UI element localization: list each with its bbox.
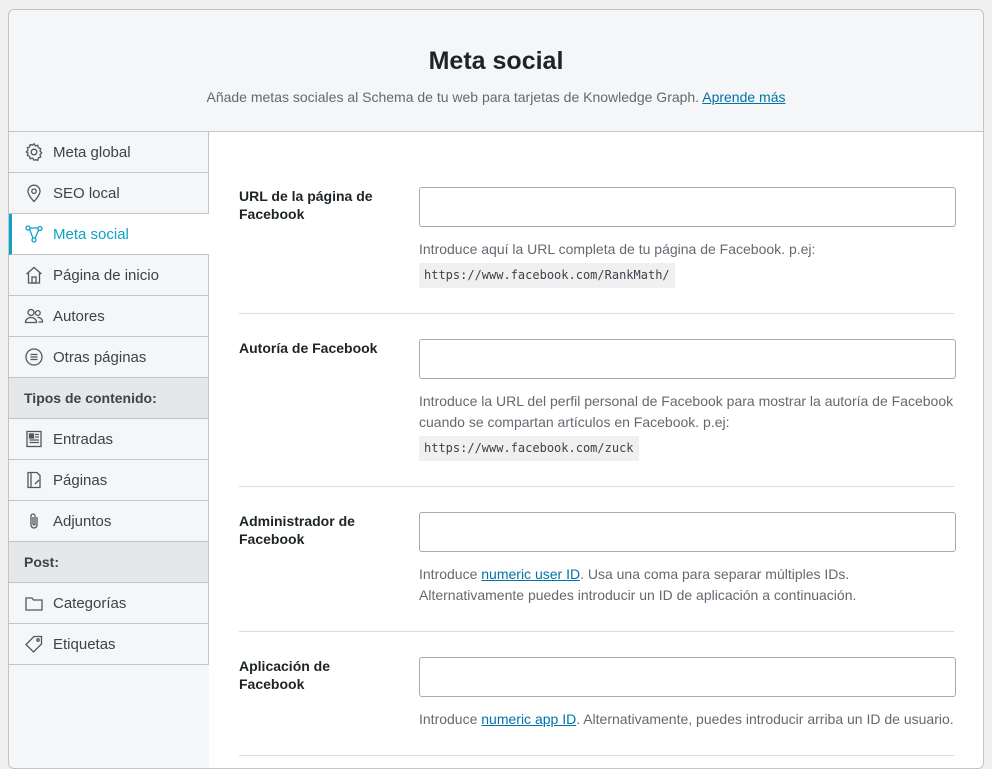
- tag-icon: [24, 634, 44, 654]
- settings-sidebar: Meta global SEO local Meta social Página…: [9, 132, 209, 665]
- sidebar-item-label: Autores: [53, 307, 105, 325]
- facebook-admin-help: Introduce numeric user ID. Usa una coma …: [419, 564, 956, 606]
- sidebar-item-autores[interactable]: Autores: [9, 296, 208, 337]
- share-network-icon: [24, 224, 44, 244]
- learn-more-link[interactable]: Aprende más: [702, 89, 785, 105]
- page-description: Añade metas sociales al Schema de tu web…: [9, 87, 983, 107]
- facebook-app-input[interactable]: [419, 657, 956, 697]
- facebook-authorship-label: Autoría de Facebook: [239, 340, 378, 356]
- sidebar-item-label: Entradas: [53, 430, 114, 448]
- facebook-app-row: Aplicación de Facebook Introduce numeric…: [239, 632, 956, 756]
- sidebar-item-label: Etiquetas: [53, 635, 116, 653]
- facebook-app-label: Aplicación de Facebook: [239, 658, 331, 692]
- page-description-text: Añade metas sociales al Schema de tu web…: [206, 89, 700, 105]
- sidebar-item-label: Páginas: [53, 471, 108, 489]
- facebook-page-help-text: Introduce aquí la URL completa de tu pág…: [419, 241, 816, 257]
- sidebar-item-etiquetas[interactable]: Etiquetas: [9, 624, 208, 665]
- facebook-page-help: Introduce aquí la URL completa de tu pág…: [419, 239, 956, 288]
- sidebar-item-otras-paginas[interactable]: Otras páginas: [9, 337, 208, 378]
- sidebar-item-categorias[interactable]: Categorías: [9, 583, 208, 624]
- facebook-app-help-suffix: . Alternativamente, puedes introducir ar…: [576, 711, 954, 727]
- facebook-admin-row: Administrador de Facebook Introduce nume…: [239, 487, 956, 632]
- sidebar-item-label: Página de inicio: [53, 266, 159, 284]
- users-icon: [24, 306, 44, 326]
- sidebar-item-label: Otras páginas: [53, 348, 147, 366]
- sidebar-item-entradas[interactable]: Entradas: [9, 419, 208, 460]
- facebook-admin-input[interactable]: [419, 512, 956, 552]
- sidebar-item-paginas[interactable]: Páginas: [9, 460, 208, 501]
- sidebar-item-pagina-de-inicio[interactable]: Página de inicio: [9, 255, 208, 296]
- post-icon: [24, 429, 44, 449]
- paperclip-icon: [24, 511, 44, 531]
- folder-icon: [24, 593, 44, 613]
- facebook-authorship-help: Introduce la URL del perfil personal de …: [419, 391, 956, 461]
- list-circle-icon: [24, 347, 44, 367]
- facebook-authorship-help-text: Introduce la URL del perfil personal de …: [419, 393, 954, 430]
- settings-content: URL de la página de Facebook Introduce a…: [209, 132, 983, 768]
- facebook-page-example: https://www.facebook.com/RankMath/: [419, 263, 675, 288]
- sidebar-item-meta-global[interactable]: Meta global: [9, 132, 208, 173]
- facebook-app-help-prefix: Introduce: [419, 711, 478, 727]
- gear-icon: [24, 142, 44, 162]
- sidebar-item-adjuntos[interactable]: Adjuntos: [9, 501, 208, 542]
- page-header: Meta social Añade metas sociales al Sche…: [9, 10, 983, 132]
- sidebar-item-meta-social[interactable]: Meta social: [9, 214, 209, 255]
- facebook-authorship-row: Autoría de Facebook Introduce la URL del…: [239, 314, 956, 487]
- facebook-page-label: URL de la página de Facebook: [239, 188, 373, 222]
- sidebar-item-label: Adjuntos: [53, 512, 112, 530]
- numeric-app-id-link[interactable]: numeric app ID: [481, 711, 576, 727]
- sidebar-item-label: Meta global: [53, 143, 131, 161]
- settings-panel: Meta social Añade metas sociales al Sche…: [8, 9, 984, 769]
- sidebar-section-tipos-de-contenido: Tipos de contenido:: [9, 378, 208, 419]
- facebook-page-input[interactable]: [419, 187, 956, 227]
- facebook-page-row: URL de la página de Facebook Introduce a…: [239, 132, 956, 314]
- numeric-user-id-link[interactable]: numeric user ID: [481, 566, 580, 582]
- sidebar-item-label: Meta social: [53, 225, 129, 243]
- map-pin-icon: [24, 183, 44, 203]
- facebook-authorship-example: https://www.facebook.com/zuck: [419, 436, 639, 461]
- facebook-admin-label: Administrador de Facebook: [239, 513, 355, 547]
- facebook-authorship-input[interactable]: [419, 339, 956, 379]
- sidebar-section-post: Post:: [9, 542, 208, 583]
- sidebar-item-label: Categorías: [53, 594, 127, 612]
- sidebar-item-seo-local[interactable]: SEO local: [9, 173, 208, 214]
- page-title: Meta social: [428, 47, 564, 75]
- sidebar-item-label: SEO local: [53, 184, 120, 202]
- facebook-admin-help-prefix: Introduce: [419, 566, 478, 582]
- home-icon: [24, 265, 44, 285]
- page-icon: [24, 470, 44, 490]
- facebook-app-help: Introduce numeric app ID. Alternativamen…: [419, 709, 956, 730]
